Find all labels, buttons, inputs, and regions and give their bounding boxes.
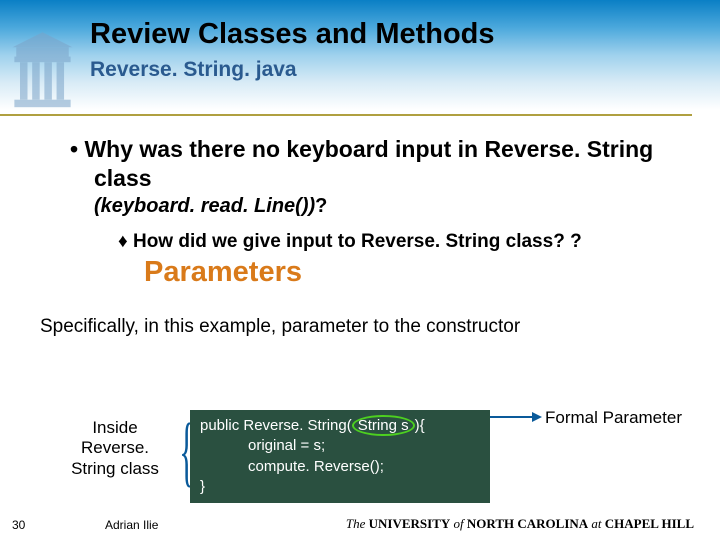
univ-university: UNIVERSITY [369,516,451,531]
code-l1b: ){ [415,417,425,434]
main-bullet: Why was there no keyboard input in Rever… [60,135,690,193]
univ-at: at [588,516,605,531]
code-line-4: } [200,477,480,497]
slide-title: Review Classes and Methods [90,18,495,51]
univ-nc: NORTH CAROLINA [467,516,588,531]
header-gradient [0,0,720,110]
keyboard-readline-text: (keyboard. read. Line()) [94,195,315,217]
sub-bullet-text: How did we give input to Reverse. String… [133,231,582,252]
slide-number: 30 [12,518,25,532]
author-name: Adrian Ilie [105,518,158,532]
param-highlight: String s [352,415,415,436]
univ-the: The [346,516,369,531]
slide-subtitle: Reverse. String. java [90,58,297,82]
univ-of: of [450,516,467,531]
inside-class-label: Inside Reverse. String class [60,418,170,479]
question-mark: ? [315,195,327,217]
sub-italic-line: (keyboard. read. Line())? [60,195,690,218]
code-line-2: original = s; [200,436,480,456]
university-name: The UNIVERSITY of NORTH CAROLINA at CHAP… [346,516,694,532]
arrow-icon [490,416,540,418]
univ-ch: CHAPEL HILL [605,516,694,531]
formal-parameter-label: Formal Parameter [545,408,682,428]
title-divider [0,114,692,116]
parameters-label: Parameters [144,256,302,288]
code-box: public Reverse. String(String s){ origin… [190,410,490,503]
specifically-text: Specifically, in this example, parameter… [40,316,690,338]
code-l1a: public Reverse. String( [200,417,352,434]
code-line-1: public Reverse. String(String s){ [200,416,480,436]
content-area: Why was there no keyboard input in Rever… [60,135,690,338]
code-line-3: compute. Reverse(); [200,457,480,477]
sub-bullet: ♦ How did we give input to Reverse. Stri… [60,230,690,292]
unc-well-logo [5,30,80,115]
